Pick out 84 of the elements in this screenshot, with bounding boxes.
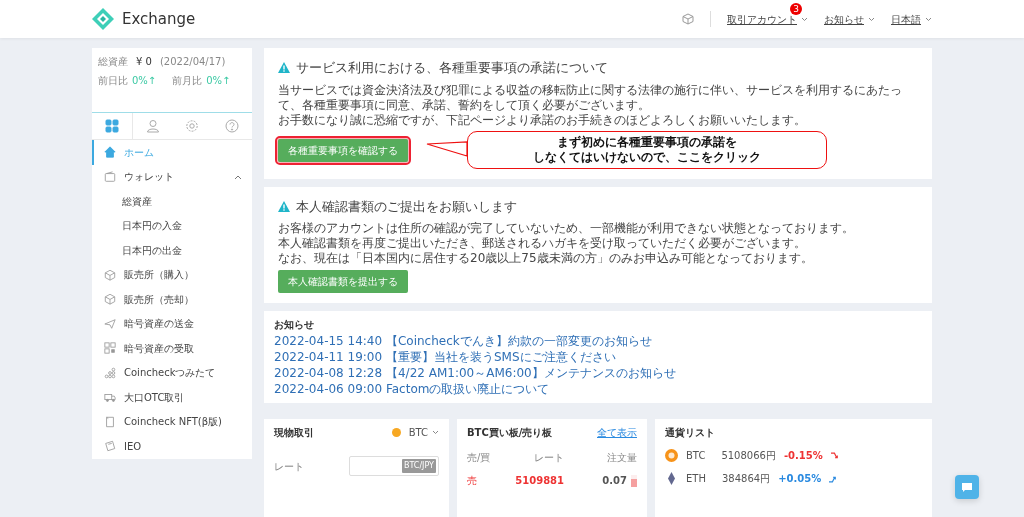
notice-text: お客様のアカウントは住所の確認が完了していないため、一部機能が利用できない状態となっております。 <box>278 221 855 236</box>
home-icon <box>104 146 116 159</box>
qr-code-icon <box>104 342 116 355</box>
sidebar-item[interactable]: 販売所（購入） <box>92 262 252 287</box>
sidebar-item[interactable]: 暗号資産の送金 <box>92 311 252 336</box>
card-heading: 通貨リスト <box>665 426 716 440</box>
warning-icon <box>278 62 290 74</box>
news-link[interactable]: 2022-04-15 14:40 【Coincheckでんき】約款の一部変更のお知らせ <box>274 333 922 349</box>
sidebar-item[interactable]: Coincheck NFT(β版) <box>92 409 252 434</box>
currency-price: 384864円 <box>721 472 771 486</box>
notice-text: 本人確認書類を再度ご提出いただき、郵送されるハガキを受け取っていただく必要がございます。 <box>278 236 807 251</box>
day-change-value: 0%↑ <box>132 74 157 88</box>
table-cell-text: 0.07 <box>602 474 627 488</box>
card-heading: 現物取引 <box>274 426 314 440</box>
coin-selector[interactable]: BTC <box>408 425 439 440</box>
news-link[interactable]: 2022-04-06 09:00 Factomの取扱い廃止について <box>274 381 922 397</box>
notice-title: サービス利用における、各種重要事項の承諾について <box>296 59 608 77</box>
help-icon <box>225 119 240 133</box>
paper-plane-icon <box>104 317 116 330</box>
notice-text: お手数になり誠に恐縮ですが、下記ページより承諾のお手続きのほどよろしくお願いいたします。 <box>278 112 807 128</box>
sidebar-item[interactable]: Coincheckつみたて <box>92 360 252 385</box>
chevron-down-icon <box>868 16 875 22</box>
currency-symbol: BTC <box>686 449 706 463</box>
month-change-value: 0%↑ <box>206 74 231 88</box>
logo-text[interactable]: Exchange <box>122 7 196 31</box>
table-cell-text: 5109881 <box>515 474 564 488</box>
sidebar-item[interactable]: IEO <box>92 434 252 459</box>
column-header: 注文量 <box>607 451 637 465</box>
currency-price: 5108066円 <box>721 449 776 463</box>
callout-pointer <box>426 140 468 160</box>
truck-icon <box>104 391 116 404</box>
coin-icon <box>391 428 401 437</box>
speech-bubble-icon <box>961 481 973 493</box>
chevron-down-icon <box>801 16 808 22</box>
logo-icon <box>92 8 114 30</box>
sidebar-subitem[interactable]: 日本円の出金 <box>92 238 252 263</box>
grid-icon <box>104 119 119 133</box>
sidebar-item[interactable]: ウォレット <box>92 164 252 189</box>
news-link[interactable]: 2022-04-11 19:00 【重要】当社を装うSMSにご注意ください <box>274 349 922 365</box>
sidebar-subitem[interactable]: 総資産 <box>92 189 252 214</box>
chevron-down-icon <box>432 430 439 435</box>
callout-annotation: まず初めに各種重要事項の承諾を しなくてはいけないので、ここをクリック <box>467 130 827 169</box>
wallet-icon <box>104 170 116 183</box>
notice-title: 本人確認書類のご提出をお願いします <box>296 197 517 216</box>
balance-date: (2022/04/17) <box>159 55 226 69</box>
warning-icon <box>278 200 290 212</box>
trend-down-icon <box>830 451 839 460</box>
trend-up-icon <box>829 474 838 483</box>
column-header: レート <box>533 451 564 465</box>
currency-symbol: ETH <box>686 472 706 486</box>
month-change-label: 前月比 <box>172 74 203 88</box>
chat-button[interactable] <box>955 475 979 499</box>
sidebar-subitem[interactable]: 日本円の入金 <box>92 213 252 238</box>
show-all-link[interactable]: 全て表示 <box>597 425 637 440</box>
notice-text: なお、現在は「日本国内に居住する20歳以上75歳未満の方」のみお申込み可能となっております。 <box>278 251 814 266</box>
column-header: 売/買 <box>467 451 491 465</box>
nav-menu[interactable]: お知らせ <box>824 11 864 27</box>
table-cell-text: 売 <box>467 474 477 488</box>
ticket-icon <box>104 440 116 453</box>
card-icon <box>104 415 116 428</box>
box-icon <box>104 268 116 281</box>
currency-change: +0.05% <box>778 472 822 486</box>
field-label: レート <box>274 459 304 474</box>
currency-change: -0.15% <box>783 449 823 463</box>
coins-icon <box>104 366 116 379</box>
diamond-coin-icon <box>665 472 678 485</box>
chevron-down-icon <box>925 16 932 22</box>
balance-value: ¥ 0 <box>136 55 152 69</box>
cube-icon[interactable] <box>682 13 694 25</box>
notice-text: 当サービスでは資金決済法及び犯罪による収益の移転防止に関する法律の施行に伴い、サービスを利用するにあたって、各種重要事項に同意、承諾、誓約をして頂く必要がございます。 <box>278 82 903 113</box>
day-change-label: 前日比 <box>98 74 128 88</box>
notification-count: 3 <box>790 2 802 15</box>
balance-label: 総資産 <box>98 55 128 69</box>
settings-icon <box>185 119 200 133</box>
coin-icon <box>665 449 678 462</box>
card-heading: BTC買い板/売り板 <box>467 426 553 440</box>
box-icon <box>104 293 116 306</box>
news-heading: お知らせ <box>274 318 315 332</box>
sidebar-item[interactable]: 販売所（売却） <box>92 287 252 312</box>
sidebar-item[interactable]: 大口OTC取引 <box>92 385 252 410</box>
nav-menu[interactable]: 日本語 <box>891 11 921 27</box>
user-icon <box>145 119 160 133</box>
news-link[interactable]: 2022-04-08 12:28 【4/22 AM1:00～AM6:00】メンテナンスのお知らせ <box>274 365 922 381</box>
sidebar-item[interactable]: 暗号資産の受取 <box>92 336 252 361</box>
